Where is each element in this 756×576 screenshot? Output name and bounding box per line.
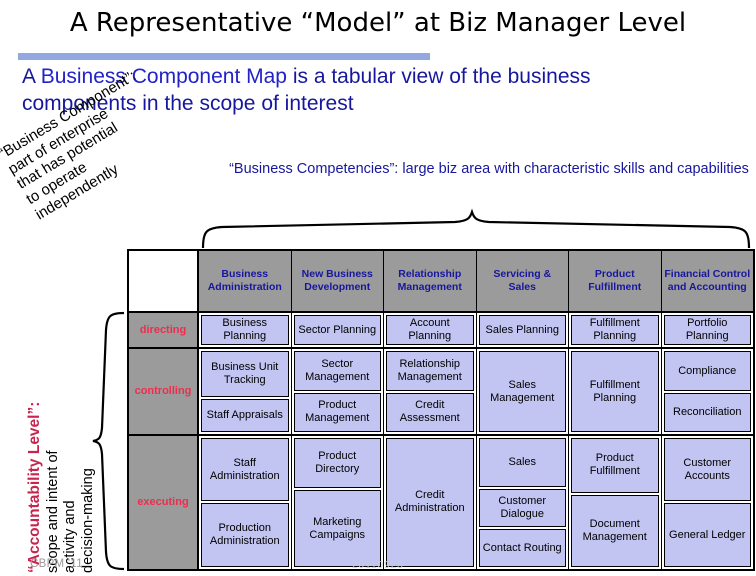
component-box[interactable]: Reconciliation — [663, 392, 751, 432]
grid-cell: Compliance Reconciliation — [662, 349, 754, 433]
column-header-cell: Relationship Management — [384, 251, 477, 311]
component-box[interactable]: Credit Administration — [386, 437, 474, 567]
component-box[interactable]: Marketing Campaigns — [293, 490, 381, 567]
grid-cell: Sales Customer Dialogue Contact Routing — [477, 435, 569, 569]
component-box[interactable]: Credit Assessment — [386, 392, 474, 432]
component-box[interactable]: Sales — [478, 437, 566, 488]
component-box[interactable]: Sector Planning — [293, 314, 381, 346]
component-box[interactable]: Staff Administration — [201, 437, 289, 502]
component-box[interactable]: Account Planning — [386, 314, 474, 346]
footer-label: CBPM '11 — [30, 558, 83, 570]
column-header-label: Relationship Management — [397, 268, 462, 293]
component-box[interactable]: Sales Management — [478, 351, 566, 432]
column-header-cell: Servicing & Sales — [476, 251, 569, 311]
row-header-controlling: controlling — [129, 349, 199, 434]
title-underline-bar — [18, 53, 430, 60]
component-box[interactable]: Relationship Management — [386, 351, 474, 391]
grid-cell: Account Planning — [384, 312, 477, 348]
grid-cell: Fulfillment Planning — [569, 349, 662, 434]
corner-cell — [129, 251, 199, 311]
component-box[interactable]: Sales Planning — [478, 314, 566, 346]
grid-cell: Product Fulfillment Document Management — [569, 435, 662, 569]
component-box[interactable]: Fulfillment Planning — [571, 314, 659, 346]
grid-cell: Sales Planning — [477, 312, 569, 348]
grid-cell: Portfolio Planning — [662, 313, 754, 348]
column-header-label: Business Administration — [207, 268, 282, 293]
grid-cell: Customer Accounts General Ledger — [662, 436, 754, 569]
column-header-label: Product Fulfillment — [588, 268, 642, 293]
component-box[interactable]: Business Planning — [201, 314, 289, 346]
grid-cell: Relationship Management Credit Assessmen… — [384, 349, 477, 434]
grid-cell: Sales Management — [477, 349, 569, 434]
table-row: executing Staff Administration Productio… — [129, 435, 754, 569]
column-header-label: New Business Development — [301, 268, 373, 293]
business-competencies-callout: “Business Competencies”: large biz area … — [229, 161, 749, 177]
component-box[interactable]: Product Directory — [293, 437, 381, 489]
component-box[interactable]: Sector Management — [293, 351, 381, 391]
column-header-label: Financial Control and Accounting — [664, 268, 751, 293]
row-header-executing: executing — [129, 435, 199, 569]
row-header-directing: directing — [129, 312, 199, 348]
slide-canvas: A Representative “Model” at Biz Manager … — [0, 0, 756, 576]
component-box[interactable]: Compliance — [663, 351, 751, 391]
table-row: controlling Business Unit Tracking Staff… — [129, 349, 754, 436]
grid-cell: Credit Administration — [384, 435, 477, 569]
table-row: directing Business Planning Sector Plann… — [129, 312, 754, 350]
grid-cell: Business Planning — [199, 312, 292, 348]
grid-cell: Sector Planning — [292, 312, 384, 348]
column-header-cell: Financial Control and Accounting — [661, 251, 753, 311]
grid-cell: Sector Management Product Management — [292, 349, 384, 434]
subtitle-prefix: A — [22, 65, 41, 88]
row-header-label: directing — [139, 323, 187, 336]
component-box[interactable]: Product Fulfillment — [571, 437, 659, 493]
business-component-map-table: Business Administration New Business Dev… — [127, 249, 755, 571]
grid-cell: Staff Administration Production Administ… — [199, 435, 292, 569]
row-header-label: executing — [137, 496, 189, 509]
component-box[interactable]: Customer Dialogue — [478, 489, 566, 528]
table-header-row: Business Administration New Business Dev… — [129, 251, 753, 313]
component-box[interactable]: Business Unit Tracking — [201, 351, 289, 398]
component-box[interactable]: Staff Appraisals — [201, 399, 289, 432]
component-box[interactable]: Portfolio Planning — [663, 314, 751, 346]
grid-cell: Business Unit Tracking Staff Appraisals — [199, 349, 292, 434]
footer-watermark: 20110925 — [352, 560, 404, 571]
row-header-label: controlling — [134, 385, 192, 398]
component-box[interactable]: Fulfillment Planning — [571, 351, 659, 432]
accountability-label: “Accountability Level”: — [25, 401, 43, 573]
component-box[interactable]: General Ledger — [663, 503, 751, 568]
component-box[interactable]: Production Administration — [201, 503, 289, 568]
column-header-label: Servicing & Sales — [493, 268, 552, 293]
column-header-cell: Business Administration — [199, 251, 292, 311]
top-brace — [201, 208, 751, 249]
column-header-cell: Product Fulfillment — [569, 251, 662, 311]
component-box[interactable]: Product Management — [293, 392, 381, 432]
grid-cell: Product Directory Marketing Campaigns — [292, 435, 384, 569]
component-box[interactable]: Contact Routing — [478, 529, 566, 567]
accountability-body: scope and intent of activity and decisio… — [44, 450, 96, 573]
grid-cell: Fulfillment Planning — [569, 312, 662, 348]
page-title: A Representative “Model” at Biz Manager … — [69, 8, 687, 38]
column-header-cell: New Business Development — [291, 251, 384, 311]
component-box[interactable]: Document Management — [571, 494, 659, 567]
component-box[interactable]: Customer Accounts — [663, 437, 751, 502]
